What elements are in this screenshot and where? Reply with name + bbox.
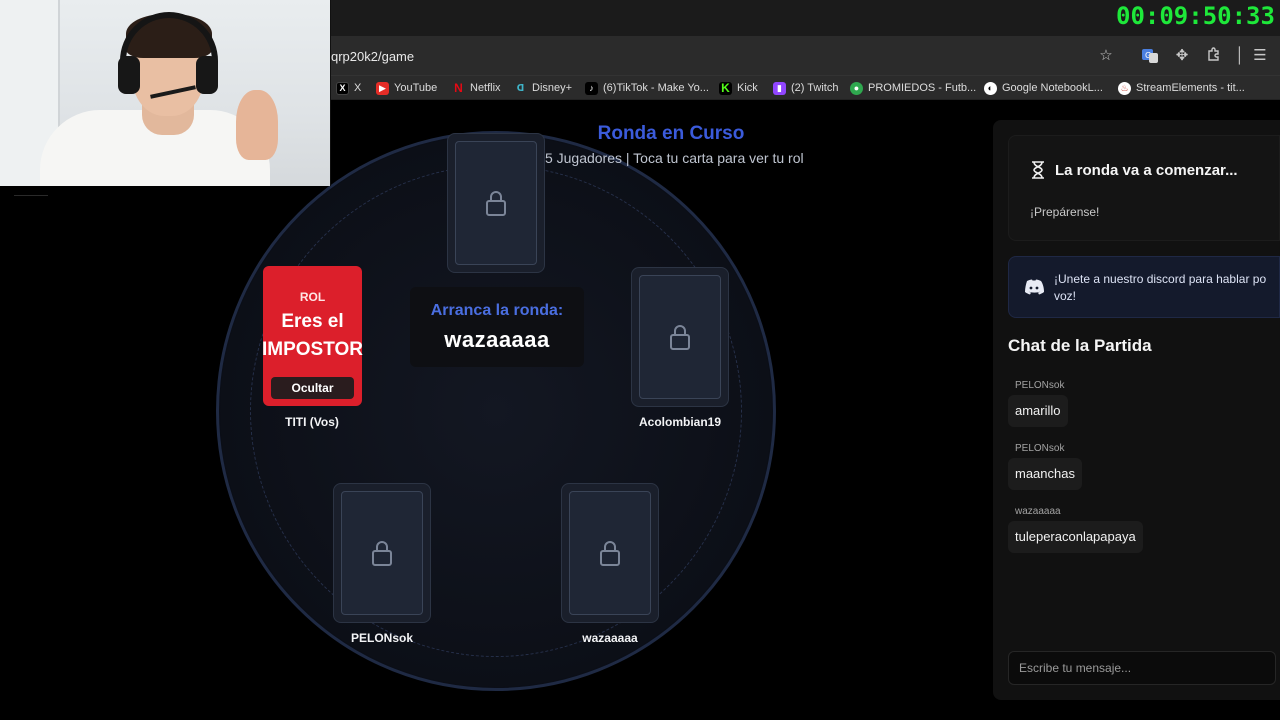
webcam-overlay: [0, 0, 331, 186]
player-card-locked[interactable]: [447, 133, 545, 273]
player-name: wazaaaaa: [582, 631, 638, 645]
youtube-icon: ▶: [376, 81, 389, 95]
chat-message-text: amarillo: [1008, 395, 1068, 427]
netflix-icon: N: [454, 81, 463, 95]
streamelements-icon: ♨: [1118, 81, 1131, 95]
player-card-locked[interactable]: [333, 483, 431, 623]
status-subtitle: ¡Prepárense!: [1030, 205, 1100, 219]
role-label: ROL: [299, 290, 326, 304]
round-subtitle: 👥5 Jugadores | Toca tu carta para ver tu…: [524, 150, 804, 166]
chat-message-user: PELONsok: [1015, 443, 1065, 454]
player-card-locked[interactable]: [561, 483, 659, 623]
translate-icon[interactable]: G: [1141, 47, 1159, 65]
webcam-person-hand: [236, 90, 278, 160]
player-name: Acolombian19: [638, 415, 722, 429]
bookmark-youtube[interactable]: ▶ YouTube: [376, 80, 437, 96]
disney-icon: ᗡ: [516, 82, 525, 93]
bookmark-promiedos[interactable]: ● PROMIEDOS - Futb...: [850, 80, 976, 96]
bookmark-label: Disney+: [532, 82, 573, 94]
reading-list-icon[interactable]: ☰: [1251, 47, 1269, 65]
bookmark-x[interactable]: X X: [336, 80, 361, 96]
bookmark-label: Kick: [737, 82, 758, 94]
extension-icon[interactable]: ✥: [1173, 47, 1191, 65]
round-starter-box: Arranca la ronda: wazaaaaa: [410, 287, 584, 367]
round-subtitle-text: 5 Jugadores | Toca tu carta para ver tu …: [544, 150, 804, 166]
bookmark-twitch[interactable]: ▮ (2) Twitch: [773, 80, 838, 96]
bookmark-label: YouTube: [394, 82, 438, 94]
bookmark-netflix[interactable]: N Netflix: [452, 80, 501, 96]
bookmark-tiktok[interactable]: ♪ (6)TikTok - Make Yo...: [585, 80, 709, 96]
bookmark-disney[interactable]: ᗡ Disney+: [514, 80, 572, 96]
bookmark-label: (6)TikTok - Make Yo...: [603, 82, 709, 94]
round-status-card: La ronda va a comenzar... ¡Prepárense!: [1008, 135, 1280, 241]
x-logo-icon: X: [336, 81, 349, 95]
address-bar[interactable]: qrp20k2/game: [331, 49, 414, 64]
hidden-control: [14, 188, 48, 196]
bookmark-streamelements[interactable]: ♨ StreamElements - tit...: [1118, 80, 1245, 96]
bookmark-notebooklm[interactable]: ◐ Google NotebookL...: [984, 80, 1103, 96]
tiktok-icon: ♪: [585, 81, 598, 95]
twitch-icon: ▮: [773, 81, 786, 95]
starter-label: Arranca la ronda:: [430, 302, 564, 319]
bookmark-label: Google NotebookL...: [1002, 82, 1103, 94]
chat-input[interactable]: [1008, 651, 1276, 685]
headset-cup-left: [118, 56, 140, 94]
chat-message-text: tuleperaconlapapaya: [1008, 521, 1143, 553]
bookmark-label: StreamElements - tit...: [1136, 82, 1245, 94]
puzzle-extensions-icon[interactable]: [1205, 47, 1223, 65]
player-name: PELONsok: [350, 631, 413, 645]
lock-icon: [600, 541, 620, 566]
discord-line-1: ¡Unete a nuestro discord para hablar po: [1054, 272, 1267, 286]
kick-icon: K: [719, 81, 732, 95]
starter-name: wazaaaaa: [444, 327, 550, 352]
round-title: Ronda en Curso: [597, 123, 745, 144]
discord-icon: [1025, 279, 1044, 295]
chat-message-user: PELONsok: [1015, 380, 1065, 391]
discord-banner[interactable]: ¡Unete a nuestro discord para hablar po …: [1008, 256, 1280, 318]
hourglass-icon: [1032, 161, 1044, 179]
stream-timer: 00:09:50:33: [1116, 2, 1275, 30]
role-line-2: IMPOSTOR: [262, 339, 363, 360]
player-name-me: TITI (Vos): [285, 415, 339, 429]
bookmark-star-icon[interactable]: ☆: [1097, 47, 1115, 65]
toolbar-divider: │: [1235, 47, 1245, 64]
lock-icon: [670, 325, 690, 350]
my-role-card[interactable]: ROL Eres el IMPOSTOR Ocultar: [262, 266, 363, 406]
lock-icon: [486, 191, 506, 216]
role-text: Eres el IMPOSTOR: [255, 308, 370, 364]
headset-cup-right: [196, 56, 218, 94]
notebooklm-icon: ◐: [984, 81, 997, 95]
bookmark-kick[interactable]: K Kick: [719, 80, 758, 96]
discord-text: ¡Unete a nuestro discord para hablar po …: [1054, 271, 1280, 305]
status-title: La ronda va a comenzar...: [1055, 162, 1238, 179]
discord-line-2: voz!: [1054, 289, 1077, 303]
chat-message-text: maanchas: [1008, 458, 1082, 490]
player-card-locked[interactable]: [631, 267, 729, 407]
lock-icon: [372, 541, 392, 566]
bookmark-label: Netflix: [470, 82, 501, 94]
bookmark-label: PROMIEDOS - Futb...: [868, 82, 977, 94]
bookmark-label: (2) Twitch: [791, 82, 839, 94]
role-line-1: Eres el: [281, 311, 344, 332]
chat-title: Chat de la Partida: [1008, 336, 1152, 355]
chat-message-user: wazaaaaa: [1015, 506, 1061, 517]
soccer-ball-icon: ●: [850, 81, 863, 95]
bookmark-label: X: [354, 82, 362, 94]
hide-role-button[interactable]: Ocultar: [271, 377, 354, 399]
